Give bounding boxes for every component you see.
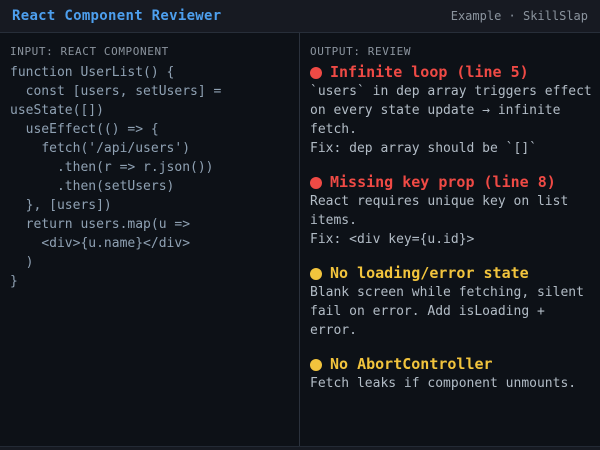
page-title: React Component Reviewer xyxy=(12,8,222,24)
severity-dot-icon xyxy=(310,177,322,189)
header-meta: Example · SkillSlap xyxy=(451,9,588,23)
code-block: function UserList() { const [users, setU… xyxy=(10,63,295,291)
app-window: React Component Reviewer Example · Skill… xyxy=(0,0,600,450)
issue-body: Fetch leaks if component unmounts. xyxy=(310,374,596,393)
issue-item: Missing key prop (line 8) React requires… xyxy=(310,173,596,249)
input-panel-label: INPUT: REACT COMPONENT xyxy=(10,45,295,59)
footer-strip xyxy=(0,446,600,450)
issue-heading: No AbortController xyxy=(310,355,596,374)
issues-list: Infinite loop (line 5) `users` in dep ar… xyxy=(310,63,596,393)
issue-title: No AbortController xyxy=(330,355,493,374)
app-header: React Component Reviewer Example · Skill… xyxy=(0,0,600,33)
issue-title: Missing key prop (line 8) xyxy=(330,173,556,192)
issue-heading: No loading/error state xyxy=(310,264,596,283)
issue-heading: Infinite loop (line 5) xyxy=(310,63,596,82)
issue-item: No loading/error state Blank screen whil… xyxy=(310,264,596,340)
input-panel: INPUT: REACT COMPONENT function UserList… xyxy=(0,33,300,446)
issue-item: Infinite loop (line 5) `users` in dep ar… xyxy=(310,63,596,158)
issue-body: Blank screen while fetching, silent fail… xyxy=(310,283,596,340)
issue-body: `users` in dep array triggers effect on … xyxy=(310,82,596,158)
severity-dot-icon xyxy=(310,67,322,79)
issue-heading: Missing key prop (line 8) xyxy=(310,173,596,192)
issue-item: No AbortController Fetch leaks if compon… xyxy=(310,355,596,393)
severity-dot-icon xyxy=(310,359,322,371)
output-panel-label: OUTPUT: REVIEW xyxy=(310,45,596,59)
severity-dot-icon xyxy=(310,268,322,280)
issue-title: Infinite loop (line 5) xyxy=(330,63,529,82)
issue-title: No loading/error state xyxy=(330,264,529,283)
output-panel: OUTPUT: REVIEW Infinite loop (line 5) `u… xyxy=(300,33,600,446)
issue-body: React requires unique key on list items.… xyxy=(310,192,596,249)
main-content: INPUT: REACT COMPONENT function UserList… xyxy=(0,33,600,446)
